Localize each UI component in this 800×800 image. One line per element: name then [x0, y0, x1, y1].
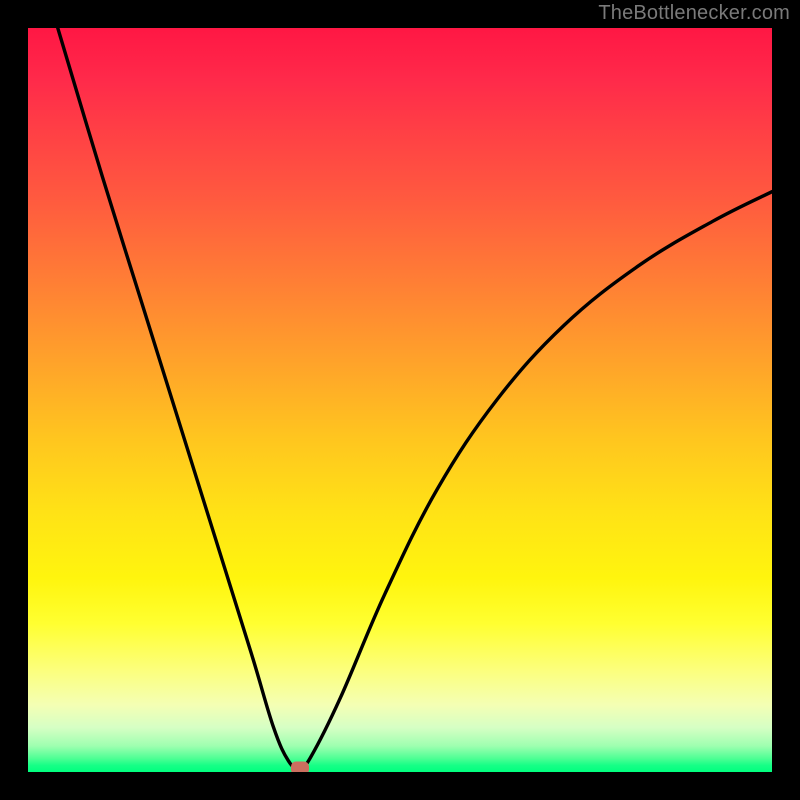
- watermark-text: TheBottlenecker.com: [598, 2, 790, 25]
- plot-area: [28, 28, 772, 772]
- optimal-point-marker: [291, 762, 309, 772]
- bottleneck-curve: [28, 28, 772, 772]
- chart-frame: TheBottlenecker.com: [0, 0, 800, 800]
